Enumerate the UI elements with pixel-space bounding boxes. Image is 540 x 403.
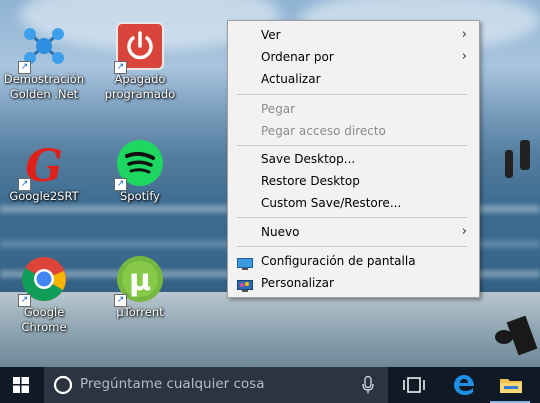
menu-item-pegar: Pegar (261, 102, 296, 116)
menu-item-ver[interactable]: Ver › (228, 24, 479, 46)
edge-icon (454, 375, 474, 395)
icon-label: Google Chrome (21, 305, 67, 334)
utorrent-icon: µ ↗ (114, 255, 164, 307)
search-placeholder: Pregúntame cualquier cosa (80, 376, 265, 392)
taskbar-file-explorer-button[interactable] (490, 367, 530, 403)
desktop-icon-golden-net[interactable]: ↗ Demostración Golden .Net (1, 22, 87, 102)
menu-separator (237, 94, 467, 95)
shortcut-arrow-icon: ↗ (114, 61, 127, 74)
shortcut-arrow-icon: ↗ (114, 178, 127, 191)
task-view-icon (403, 377, 425, 393)
icon-label: Apagado programado (104, 72, 176, 101)
desktop-icon-apagado-programado[interactable]: ↗ Apagado programado (97, 22, 183, 102)
chevron-right-icon: › (461, 49, 467, 64)
desktop-context-menu: Ver › Ordenar por › Actualizar Pegar Peg… (227, 20, 480, 298)
taskbar-edge-button[interactable] (444, 367, 484, 403)
menu-item-ordenar-por[interactable]: Ordenar por › (228, 46, 479, 68)
shortcut-arrow-icon: ↗ (18, 61, 31, 74)
menu-item-configuracion-pantalla[interactable]: Configuración de pantalla (228, 250, 479, 272)
personalize-icon (237, 277, 253, 292)
menu-item-restore-desktop[interactable]: Restore Desktop (228, 170, 479, 192)
chevron-right-icon: › (461, 224, 467, 239)
menu-item-personalizar[interactable]: Personalizar (228, 272, 479, 294)
display-settings-icon (237, 255, 253, 270)
menu-separator (237, 246, 467, 247)
menu-separator (237, 217, 467, 218)
spotify-icon: ↗ (114, 139, 164, 191)
desktop-icon-google2srt[interactable]: G ↗ Google2SRT (1, 139, 87, 204)
taskbar: Pregúntame cualquier cosa (0, 367, 540, 403)
start-button[interactable] (0, 367, 44, 403)
menu-item-actualizar[interactable]: Actualizar (228, 68, 479, 90)
power-icon: ↗ (114, 22, 164, 74)
icon-label: Google2SRT (9, 189, 79, 203)
search-box[interactable]: Pregúntame cualquier cosa (44, 367, 388, 403)
icon-label: Spotify (120, 189, 160, 203)
chrome-icon: ↗ (18, 255, 68, 307)
google2srt-logo-icon: G ↗ (18, 139, 68, 192)
microphone-icon[interactable] (362, 376, 374, 394)
menu-item-pegar-acceso-directo: Pegar acceso directo (261, 124, 386, 138)
menu-item-nuevo[interactable]: Nuevo › (228, 221, 479, 243)
menu-item-save-desktop[interactable]: Save Desktop... (228, 148, 479, 170)
desktop-icon-utorrent[interactable]: µ ↗ µTorrent (97, 255, 183, 320)
desktop-icon-spotify[interactable]: ↗ Spotify (97, 139, 183, 204)
icon-label: µTorrent (116, 305, 164, 319)
cortana-icon (53, 375, 73, 395)
menu-item-custom-save-restore[interactable]: Custom Save/Restore... (228, 192, 479, 214)
chevron-right-icon: › (461, 27, 467, 42)
desktop-icon-google-chrome[interactable]: ↗ Google Chrome (1, 255, 87, 335)
folder-icon (500, 379, 522, 393)
shortcut-arrow-icon: ↗ (114, 294, 127, 307)
molecule-icon: ↗ (18, 22, 68, 74)
shortcut-arrow-icon: ↗ (18, 178, 31, 191)
icon-label: Demostración Golden .Net (3, 72, 85, 101)
task-view-button[interactable] (394, 367, 434, 403)
shortcut-arrow-icon: ↗ (18, 294, 31, 307)
svg-text:µ: µ (129, 263, 151, 298)
menu-separator (237, 145, 467, 146)
windows-logo-icon (13, 377, 29, 393)
